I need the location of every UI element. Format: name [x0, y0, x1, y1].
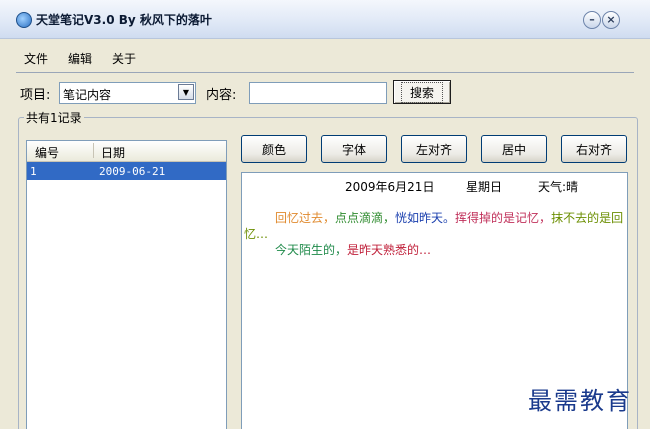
app-window: 天堂笔记V3.0 By 秋风下的落叶 – × 文件 编辑 关于 项目: 笔记内容… [0, 0, 650, 429]
project-select-value: 笔记内容 [63, 88, 112, 102]
align-left-button[interactable]: 左对齐 [401, 135, 467, 163]
note-segment: 是昨天熟悉的… [347, 243, 432, 257]
records-list[interactable]: 编号 日期 1 2009-06-21 [26, 140, 227, 429]
color-button[interactable]: 颜色 [241, 135, 307, 163]
close-button[interactable]: × [602, 11, 620, 29]
note-line-1: 回忆过去，点点滴滴，恍如昨天。挥得掉的是记忆，抹不去的是回 [275, 209, 623, 226]
note-line-2: 忆… [244, 227, 269, 241]
font-button[interactable]: 字体 [321, 135, 387, 163]
search-button-label: 搜索 [400, 81, 443, 103]
align-right-button[interactable]: 右对齐 [561, 135, 627, 163]
search-button[interactable]: 搜索 [393, 80, 451, 104]
menu-divider [16, 72, 634, 73]
list-item[interactable]: 1 2009-06-21 [27, 162, 226, 180]
watermark-text: 最需教育 [528, 387, 632, 415]
chevron-down-icon[interactable]: ▼ [178, 84, 194, 100]
note-segment: 挥得掉的是记忆， [455, 211, 552, 225]
note-segment: 抹不去的是回 [551, 211, 624, 225]
note-weather: 天气:晴 [538, 180, 579, 194]
menu-bar: 文件 编辑 关于 [0, 46, 650, 68]
note-segment: 回忆过去， [275, 211, 336, 225]
project-label: 项目: [20, 88, 51, 103]
menu-file[interactable]: 文件 [24, 50, 48, 67]
note-segment: 点点滴滴， [335, 211, 396, 225]
project-select[interactable]: 笔记内容 ▼ [59, 82, 196, 104]
list-header: 编号 日期 [27, 141, 226, 162]
title-bar[interactable]: 天堂笔记V3.0 By 秋风下的落叶 – × [0, 0, 650, 39]
note-segment: 今天陌生的， [275, 243, 348, 257]
note-segment: 恍如昨天。 [395, 211, 456, 225]
row-date: 2009-06-21 [99, 165, 166, 178]
content-search-input[interactable] [249, 82, 387, 104]
app-gear-icon [16, 12, 32, 28]
minimize-button[interactable]: – [583, 11, 601, 29]
note-date: 2009年6月21日 [345, 180, 435, 194]
column-header-id[interactable]: 编号 [35, 144, 59, 161]
window-title: 天堂笔记V3.0 By 秋风下的落叶 [36, 13, 212, 27]
note-weekday: 星期日 [466, 180, 503, 194]
menu-edit[interactable]: 编辑 [68, 50, 92, 67]
menu-about[interactable]: 关于 [112, 50, 136, 67]
row-id: 1 [30, 165, 37, 178]
records-count: 共有1记录 [24, 109, 84, 126]
note-line-3: 今天陌生的，是昨天熟悉的… [275, 241, 431, 258]
column-header-date[interactable]: 日期 [101, 144, 125, 161]
align-center-button[interactable]: 居中 [481, 135, 547, 163]
content-label: 内容: [206, 88, 237, 103]
column-divider[interactable] [93, 143, 94, 158]
